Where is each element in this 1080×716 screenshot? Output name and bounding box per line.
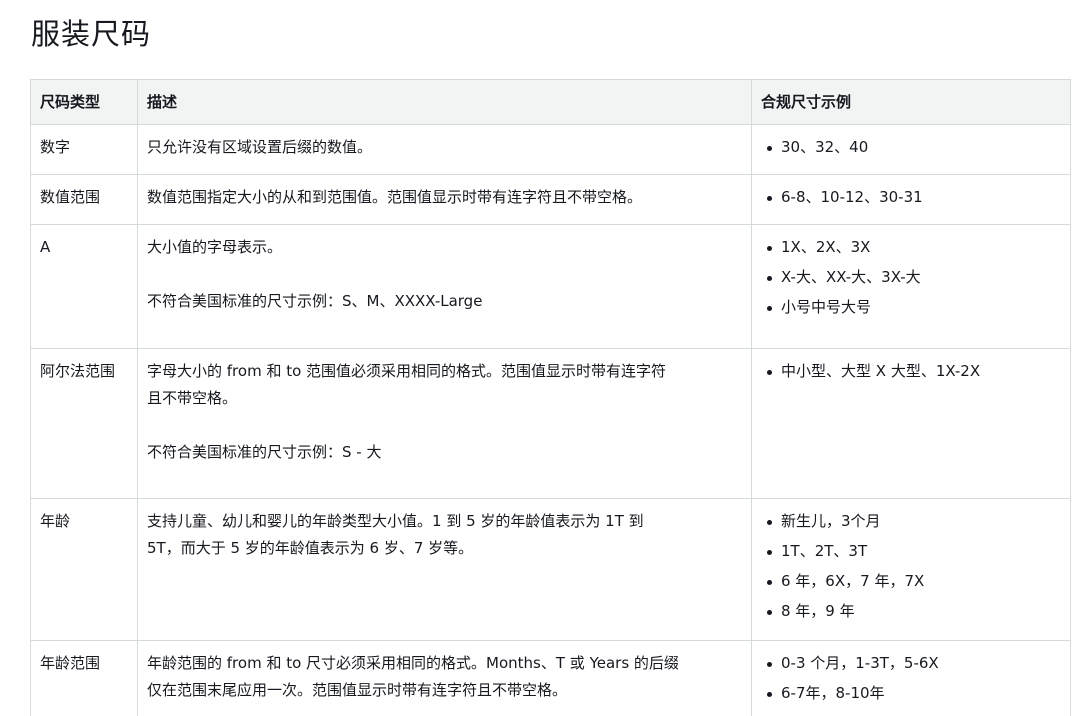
examples-cell: 中小型、大型 X 大型、1X-2X — [751, 348, 1071, 499]
size-type-cell: 年龄 — [30, 498, 138, 641]
list-item: 30、32、40 — [761, 134, 1061, 161]
examples-list: 30、32、40 — [761, 134, 1061, 161]
examples-list: 6-8、10-12、30-31 — [761, 184, 1061, 211]
size-type-cell: 数值范围 — [30, 174, 138, 225]
table-row: 数字 只允许没有区域设置后缀的数值。 30、32、40 — [30, 124, 1071, 175]
description-cell: 只允许没有区域设置后缀的数值。 — [137, 124, 752, 175]
size-type-cell: 阿尔法范围 — [30, 348, 138, 499]
examples-list: 1X、2X、3X X-大、XX-大、3X-大 小号中号大号 — [761, 234, 1061, 321]
examples-list: 新生儿，3个月 1T、2T、3T 6 年，6X，7 年，7X 8 年，9 年 — [761, 508, 1061, 625]
list-item: 1T、2T、3T — [761, 538, 1061, 565]
examples-cell: 新生儿，3个月 1T、2T、3T 6 年，6X，7 年，7X 8 年，9 年 — [751, 498, 1071, 641]
column-header-description: 描述 — [137, 79, 752, 125]
table-header-row: 尺码类型 描述 合规尺寸示例 — [30, 79, 1071, 125]
list-item: 0-3 个月，1-3T，5-6X — [761, 650, 1061, 677]
page-title: 服装尺码 — [31, 17, 152, 51]
list-item: 6 年，6X，7 年，7X — [761, 568, 1061, 595]
description-cell: 数值范围指定大小的从和到范围值。范围值显示时带有连字符且不带空格。 — [137, 174, 752, 225]
examples-cell: 30、32、40 — [751, 124, 1071, 175]
description-cell: 支持儿童、幼儿和婴儿的年龄类型大小值。1 到 5 岁的年龄值表示为 1T 到 5… — [137, 498, 752, 641]
examples-list: 0-3 个月，1-3T，5-6X 6-7年，8-10年 — [761, 650, 1061, 707]
description-cell: 字母大小的 from 和 to 范围值必须采用相同的格式。范围值显示时带有连字符… — [137, 348, 752, 499]
table-row: 年龄范围 年龄范围的 from 和 to 尺寸必须采用相同的格式。Months、… — [30, 640, 1071, 716]
description-cell: 大小值的字母表示。 不符合美国标准的尺寸示例：S、M、XXXX-Large — [137, 224, 752, 349]
table-row: A 大小值的字母表示。 不符合美国标准的尺寸示例：S、M、XXXX-Large … — [30, 224, 1071, 349]
size-type-cell: 年龄范围 — [30, 640, 138, 716]
list-item: 6-7年，8-10年 — [761, 680, 1061, 707]
examples-cell: 0-3 个月，1-3T，5-6X 6-7年，8-10年 — [751, 640, 1071, 716]
description-line: 数值范围指定大小的从和到范围值。范围值显示时带有连字符且不带空格。 — [147, 188, 643, 206]
column-header-compliant-examples: 合规尺寸示例 — [751, 79, 1071, 125]
description-line: 5T，而大于 5 岁的年龄值表示为 6 岁、7 岁等。 — [147, 539, 474, 557]
examples-cell: 6-8、10-12、30-31 — [751, 174, 1071, 225]
description-line: 且不带空格。 — [147, 389, 238, 407]
description-line: 只允许没有区域设置后缀的数值。 — [147, 138, 373, 156]
description-cell: 年龄范围的 from 和 to 尺寸必须采用相同的格式。Months、T 或 Y… — [137, 640, 752, 716]
list-item: 8 年，9 年 — [761, 598, 1061, 625]
description-line: 年龄范围的 from 和 to 尺寸必须采用相同的格式。Months、T 或 Y… — [147, 654, 679, 672]
description-line: 仅在范围末尾应用一次。范围值显示时带有连字符且不带空格。 — [147, 681, 568, 699]
list-item: 1X、2X、3X — [761, 234, 1061, 261]
list-item: 小号中号大号 — [761, 294, 1061, 321]
non-compliant-example: 不符合美国标准的尺寸示例：S - 大 — [147, 443, 382, 461]
size-type-cell: 数字 — [30, 124, 138, 175]
examples-cell: 1X、2X、3X X-大、XX-大、3X-大 小号中号大号 — [751, 224, 1071, 349]
table-row: 年龄 支持儿童、幼儿和婴儿的年龄类型大小值。1 到 5 岁的年龄值表示为 1T … — [30, 498, 1071, 641]
table-row: 数值范围 数值范围指定大小的从和到范围值。范围值显示时带有连字符且不带空格。 6… — [30, 174, 1071, 225]
list-item: 6-8、10-12、30-31 — [761, 184, 1061, 211]
non-compliant-example: 不符合美国标准的尺寸示例：S、M、XXXX-Large — [147, 292, 483, 310]
size-type-cell: A — [30, 224, 138, 349]
list-item: 中小型、大型 X 大型、1X-2X — [761, 358, 1061, 385]
table-row: 阿尔法范围 字母大小的 from 和 to 范围值必须采用相同的格式。范围值显示… — [30, 348, 1071, 499]
size-table: 尺码类型 描述 合规尺寸示例 数字 只允许没有区域设置后缀的数值。 30、32、… — [30, 79, 1071, 716]
description-line: 支持儿童、幼儿和婴儿的年龄类型大小值。1 到 5 岁的年龄值表示为 1T 到 — [147, 512, 644, 530]
list-item: X-大、XX-大、3X-大 — [761, 264, 1061, 291]
list-item: 新生儿，3个月 — [761, 508, 1061, 535]
column-header-size-type: 尺码类型 — [30, 79, 138, 125]
description-line: 大小值的字母表示。 — [147, 238, 283, 256]
description-line: 字母大小的 from 和 to 范围值必须采用相同的格式。范围值显示时带有连字符 — [147, 362, 667, 380]
examples-list: 中小型、大型 X 大型、1X-2X — [761, 358, 1061, 385]
page: 服装尺码 尺码类型 描述 合规尺寸示例 数字 只允许没有区域设置后缀的数值。 3… — [0, 0, 1080, 716]
